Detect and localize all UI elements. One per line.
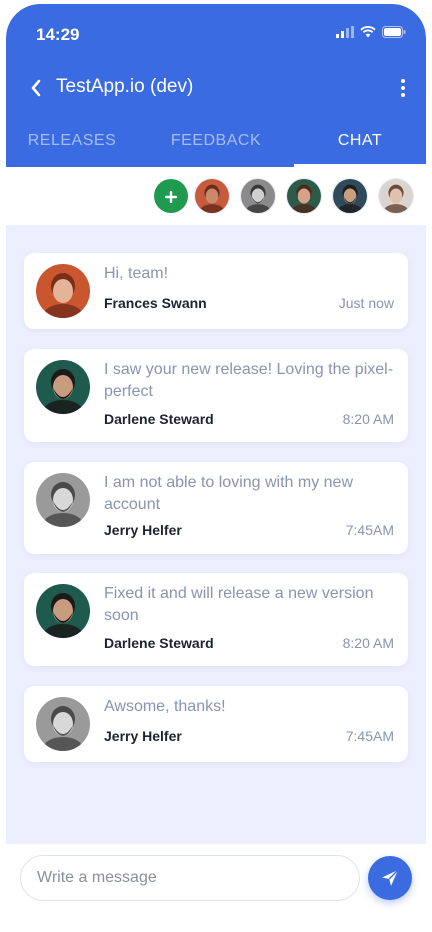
- sender-name: Jerry Helfer: [104, 522, 182, 538]
- app-title: TestApp.io (dev): [56, 76, 194, 97]
- message-text: I am not able to loving with my new acco…: [104, 474, 354, 513]
- participants-row: [6, 167, 426, 225]
- message-text: I saw your new release! Loving the pixel…: [104, 361, 394, 400]
- sender-name: Jerry Helfer: [104, 728, 182, 744]
- participant-avatar[interactable]: [241, 179, 275, 213]
- more-vertical-icon: [401, 79, 405, 83]
- participant-avatar[interactable]: [333, 179, 367, 213]
- status-icons: [336, 26, 406, 38]
- signal-icon: [336, 26, 354, 38]
- message-card[interactable]: I am not able to loving with my new acco…: [24, 462, 408, 554]
- tab-feedback[interactable]: FEEDBACK: [150, 114, 282, 167]
- avatar: [36, 697, 90, 751]
- message-text: Awsome, thanks!: [104, 698, 226, 715]
- plus-icon: [164, 190, 178, 204]
- message-composer: [6, 844, 426, 928]
- battery-icon: [382, 26, 406, 38]
- more-menu-button[interactable]: [394, 74, 412, 102]
- send-button[interactable]: [368, 856, 412, 900]
- wifi-icon: [360, 26, 376, 38]
- message-card[interactable]: I saw your new release! Loving the pixel…: [24, 349, 408, 442]
- avatar: [36, 360, 90, 414]
- participant-avatar[interactable]: [379, 179, 413, 213]
- message-text: Hi, team!: [104, 265, 169, 282]
- chat-messages: Hi, team! Frances Swann Just now I saw y…: [6, 225, 426, 844]
- message-text: Fixed it and will release a new version …: [104, 585, 374, 624]
- app-bar: TestApp.io (dev): [6, 64, 426, 112]
- chevron-left-icon: [31, 79, 41, 97]
- message-time: Just now: [338, 295, 394, 311]
- message-card[interactable]: Hi, team! Frances Swann Just now: [24, 253, 408, 329]
- status-time: 14:29: [36, 25, 80, 44]
- tab-bar: RELEASES FEEDBACK CHAT: [6, 114, 426, 167]
- message-input[interactable]: [20, 855, 360, 901]
- message-card[interactable]: Fixed it and will release a new version …: [24, 573, 408, 666]
- avatar: [36, 473, 90, 527]
- tab-releases[interactable]: RELEASES: [6, 114, 138, 167]
- sender-name: Darlene Steward: [104, 635, 214, 651]
- tab-chat[interactable]: CHAT: [294, 114, 426, 167]
- message-time: 7:45AM: [345, 728, 394, 744]
- message-time: 7:45AM: [345, 522, 394, 538]
- message-time: 8:20 AM: [342, 411, 394, 427]
- participant-avatar[interactable]: [287, 179, 321, 213]
- add-participant-button[interactable]: [154, 179, 188, 213]
- avatar: [36, 264, 90, 318]
- phone-screen: 14:29 TestApp.io (dev) RELEASES FEEDBACK…: [6, 4, 426, 928]
- sender-name: Frances Swann: [104, 295, 207, 311]
- back-button[interactable]: [24, 74, 48, 102]
- message-card[interactable]: Awsome, thanks! Jerry Helfer 7:45AM: [24, 686, 408, 762]
- send-icon: [382, 869, 399, 886]
- message-time: 8:20 AM: [342, 635, 394, 651]
- sender-name: Darlene Steward: [104, 411, 214, 427]
- participant-avatar[interactable]: [195, 179, 229, 213]
- status-bar: 14:29: [6, 4, 426, 60]
- avatar: [36, 584, 90, 638]
